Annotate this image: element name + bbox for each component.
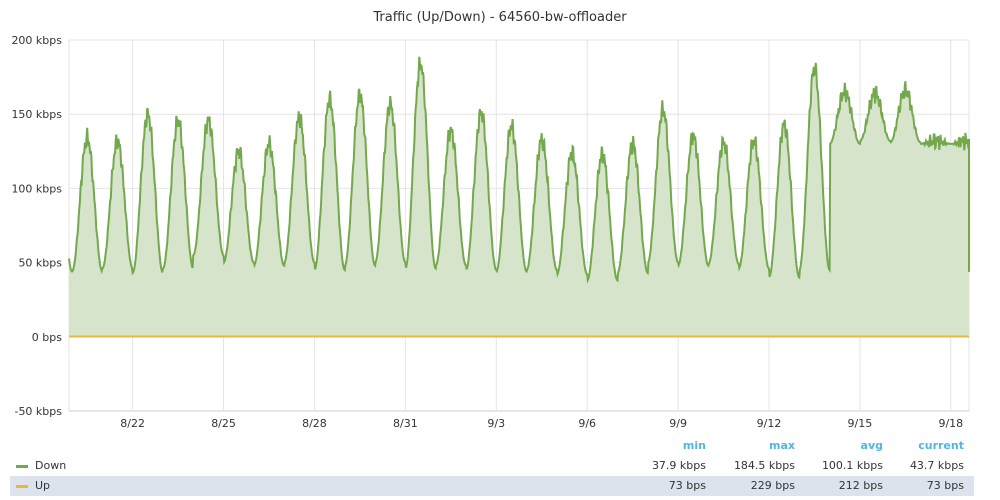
legend-down-min: 37.9 kbps — [651, 459, 706, 472]
legend-series-name[interactable]: Down — [35, 456, 66, 476]
legend-row-down[interactable]: Down 37.9 kbps 184.5 kbps 100.1 kbps 43.… — [10, 456, 974, 476]
x-tick-label: 9/3 — [487, 417, 505, 430]
y-tick-label: 0 bps — [32, 331, 62, 344]
x-tick-label: 8/25 — [211, 417, 236, 430]
y-tick-label: 100 kbps — [11, 182, 62, 195]
legend-up-current: 73 bps — [926, 479, 964, 492]
x-tick-label: 9/6 — [578, 417, 596, 430]
legend-header-max[interactable]: max — [695, 436, 795, 456]
y-axis: 200 kbps 150 kbps 100 kbps 50 kbps 0 bps -50 … — [11, 34, 62, 418]
y-tick-label: 50 kbps — [18, 257, 62, 270]
traffic-chart[interactable]: 200 kbps 150 kbps 100 kbps 50 kbps 0 bps -50 … — [0, 0, 1000, 430]
x-tick-label: 8/31 — [393, 417, 418, 430]
x-tick-label: 8/22 — [120, 417, 145, 430]
x-tick-label: 9/9 — [669, 417, 687, 430]
y-tick-label: -50 kbps — [14, 405, 62, 418]
legend-header-row: min max avg current — [10, 436, 974, 456]
x-tick-label: 8/28 — [302, 417, 327, 430]
down-color-swatch[interactable] — [16, 465, 28, 468]
legend-table: min max avg current Down 37.9 kbps 184.5… — [10, 436, 974, 496]
x-tick-label: 9/12 — [757, 417, 782, 430]
up-color-swatch[interactable] — [16, 485, 28, 488]
legend-series-name[interactable]: Up — [35, 476, 50, 496]
y-tick-label: 200 kbps — [11, 34, 62, 47]
legend-down-max: 184.5 kbps — [733, 459, 795, 472]
legend-up-min: 73 bps — [668, 479, 706, 492]
legend-header-current[interactable]: current — [864, 436, 964, 456]
legend-down-current: 43.7 kbps — [909, 459, 964, 472]
x-axis: 8/22 8/25 8/28 8/31 9/3 9/6 9/9 9/12 9/15 9/18 — [120, 417, 963, 430]
legend-header-min[interactable]: min — [606, 436, 706, 456]
legend-up-max: 229 bps — [750, 479, 795, 492]
x-tick-label: 9/18 — [938, 417, 963, 430]
legend-row-up[interactable]: Up 73 bps 229 bps 212 bps 73 bps — [10, 476, 974, 496]
x-tick-label: 9/15 — [848, 417, 873, 430]
y-tick-label: 150 kbps — [11, 108, 62, 121]
